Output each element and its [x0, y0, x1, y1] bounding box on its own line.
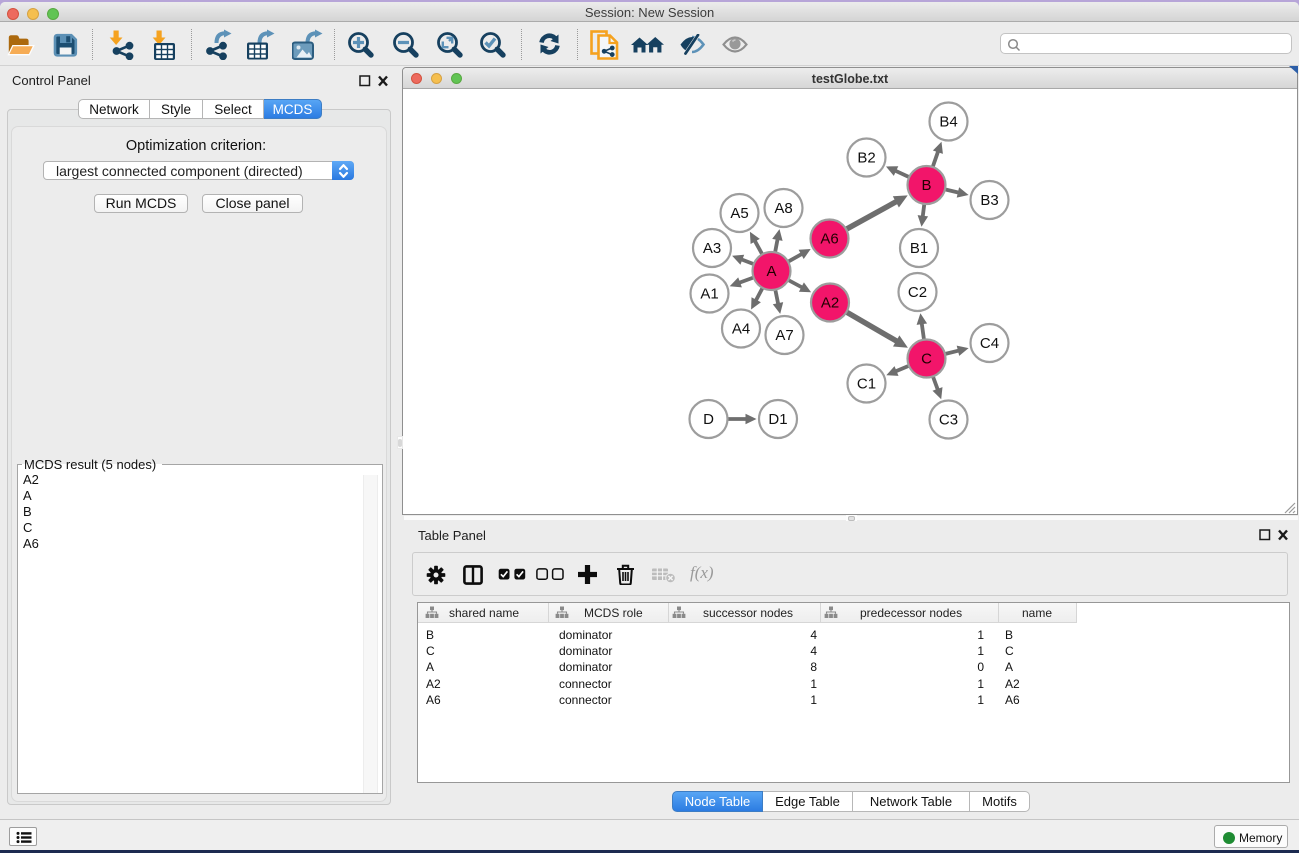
svg-text:C1: C1: [857, 376, 876, 393]
svg-text:D1: D1: [768, 411, 787, 428]
svg-text:A4: A4: [732, 321, 750, 338]
svg-text:B: B: [921, 177, 931, 194]
svg-text:A: A: [766, 263, 776, 280]
svg-text:B3: B3: [980, 192, 998, 209]
svg-text:A2: A2: [821, 295, 839, 312]
svg-text:D: D: [703, 411, 714, 428]
svg-text:C2: C2: [908, 284, 927, 301]
svg-text:C: C: [921, 351, 932, 368]
svg-text:A3: A3: [703, 240, 721, 257]
svg-text:A7: A7: [775, 327, 793, 344]
svg-text:C4: C4: [980, 335, 999, 352]
svg-text:A6: A6: [820, 231, 838, 248]
svg-text:B2: B2: [857, 150, 875, 167]
svg-text:A5: A5: [730, 205, 748, 222]
svg-text:A1: A1: [700, 286, 718, 303]
svg-text:B4: B4: [939, 114, 957, 131]
svg-text:C3: C3: [939, 412, 958, 429]
svg-text:B1: B1: [910, 240, 928, 257]
svg-text:A8: A8: [774, 200, 792, 217]
